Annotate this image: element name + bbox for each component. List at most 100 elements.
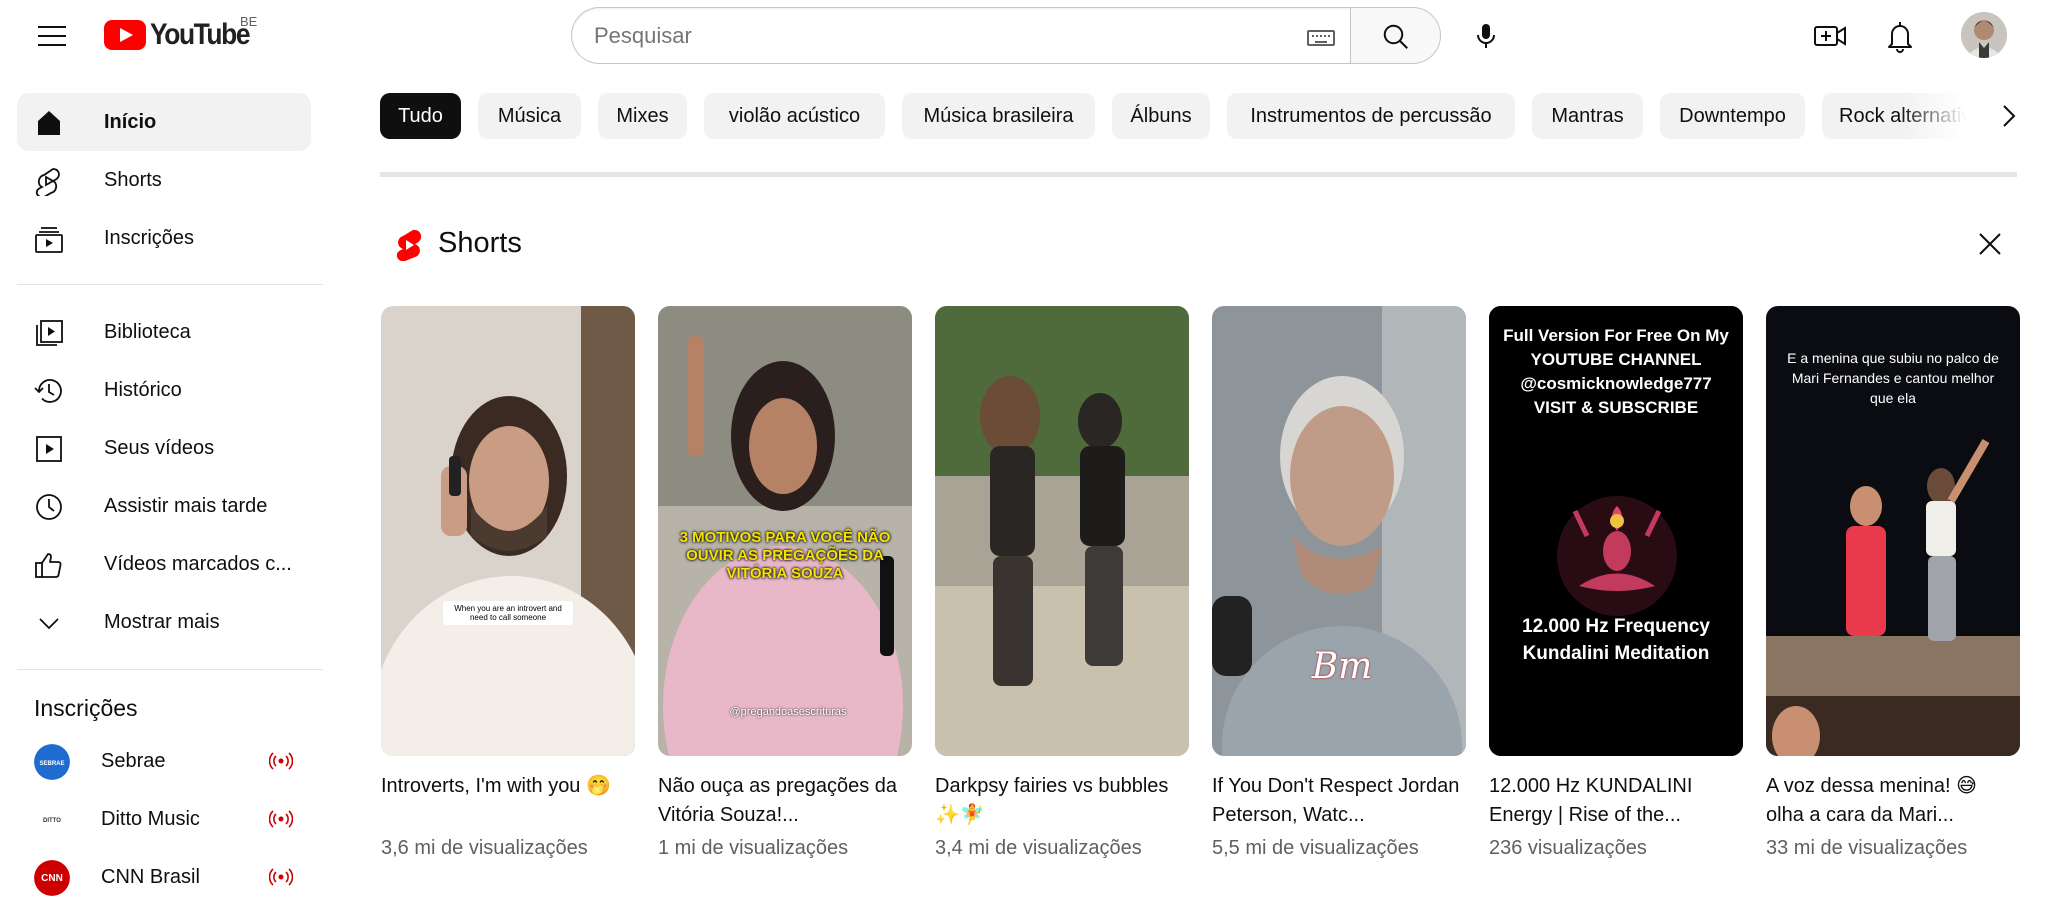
content-divider xyxy=(380,172,2017,177)
chip-percussion[interactable]: Instrumentos de percussão xyxy=(1227,93,1515,139)
sidebar-item-subscriptions[interactable]: Inscrições xyxy=(17,209,311,267)
your-videos-icon xyxy=(36,436,62,462)
subscriptions-icon xyxy=(35,227,63,253)
sidebar-item-watch-later[interactable]: Assistir mais tarde xyxy=(17,477,311,535)
chip-bar-next-button[interactable] xyxy=(1990,96,2030,136)
short-view-count: 3,6 mi de visualizações xyxy=(381,837,588,859)
create-video-button[interactable] xyxy=(1810,16,1850,56)
sidebar-item-label: Shorts xyxy=(104,169,162,191)
sidebar-item-label: Inscrições xyxy=(104,227,195,249)
sidebar-item-label: Mostrar mais xyxy=(104,611,220,633)
youtube-play-icon xyxy=(104,20,146,50)
search-input[interactable] xyxy=(594,20,1274,52)
avatar: DITTO xyxy=(34,802,70,838)
short-thumbnail[interactable]: 3 MOTIVOS PARA VOCÊ NÃO OUVIR AS PREGAÇÕ… xyxy=(658,306,912,756)
sidebar-item-history[interactable]: Histórico xyxy=(17,361,311,419)
short-view-count: 33 mi de visualizações xyxy=(1766,837,1968,859)
sidebar-item-shorts[interactable]: Shorts xyxy=(17,151,311,209)
short-thumbnail-image xyxy=(1212,306,1466,756)
svg-text:DITTO: DITTO xyxy=(43,818,61,824)
svg-text:SEBRAE: SEBRAE xyxy=(39,761,64,767)
subscription-name: CNN Brasil xyxy=(101,866,200,888)
search-icon xyxy=(1383,24,1408,49)
home-icon xyxy=(38,111,60,135)
short-thumbnail-image xyxy=(381,306,635,756)
chip-mixes[interactable]: Mixes xyxy=(598,93,687,139)
sidebar-item-label: Início xyxy=(104,111,157,133)
youtube-logo[interactable]: YouTube BE xyxy=(104,14,263,52)
short-card[interactable]: Darkpsy fairies vs bubbles ✨🧚 3,4 mi de … xyxy=(935,306,1189,859)
short-title[interactable]: 12.000 Hz KUNDALINI Energy | Rise of the… xyxy=(1489,772,1743,830)
short-view-count: 1 mi de visualizações xyxy=(658,837,849,859)
shorts-icon xyxy=(35,168,60,196)
short-handle-text: @pregandoasescrituras xyxy=(729,706,847,718)
masthead: YouTube BE xyxy=(0,0,2048,72)
chip-albums[interactable]: Álbuns xyxy=(1112,93,1210,139)
short-title[interactable]: Darkpsy fairies vs bubbles ✨🧚 xyxy=(935,772,1189,830)
subscription-item-cnn-brasil[interactable]: CNN CNN Brasil xyxy=(17,848,311,900)
menu-icon[interactable] xyxy=(32,20,72,52)
short-thumbnail[interactable]: E a menina que subiu no palco de Mari Fe… xyxy=(1766,306,2020,756)
subscription-name: Ditto Music xyxy=(101,808,200,830)
short-title[interactable]: A voz dessa menina! 😅 olha a cara da Mar… xyxy=(1766,772,2020,830)
sidebar-item-your-videos[interactable]: Seus vídeos xyxy=(17,419,311,477)
chip-acoustic-guitar[interactable]: violão acústico xyxy=(704,93,885,139)
short-overlay-text: Bm xyxy=(1311,646,1373,687)
short-thumbnail[interactable] xyxy=(935,306,1189,756)
history-icon xyxy=(34,379,62,403)
sidebar-item-show-more[interactable]: Mostrar mais xyxy=(17,593,311,651)
search-button[interactable] xyxy=(1350,7,1441,64)
logo-text: YouTube xyxy=(150,18,251,51)
short-card[interactable]: 3 MOTIVOS PARA VOCÊ NÃO OUVIR AS PREGAÇÕ… xyxy=(658,306,912,859)
short-overlay-text: 3 MOTIVOS PARA VOCÊ NÃO OUVIR AS PREGAÇÕ… xyxy=(679,529,891,582)
notifications-button[interactable] xyxy=(1880,16,1920,56)
chip-bar: Tudo Música Mixes violão acústico Música… xyxy=(380,93,2020,141)
live-icon xyxy=(269,752,293,770)
short-thumbnail[interactable]: Bm xyxy=(1212,306,1466,756)
voice-search-button[interactable] xyxy=(1459,9,1513,63)
chip-mantras[interactable]: Mantras xyxy=(1532,93,1643,139)
short-title[interactable]: If You Don't Respect Jordan Peterson, Wa… xyxy=(1212,772,1466,830)
short-card[interactable]: Bm If You Don't Respect Jordan Peterson,… xyxy=(1212,306,1466,859)
short-overlay-text: E a menina que subiu no palco de Mari Fe… xyxy=(1787,350,1999,406)
sidebar-item-label: Assistir mais tarde xyxy=(104,495,268,517)
short-overlay-text: Full Version For Free On My YOUTUBE CHAN… xyxy=(1503,326,1729,417)
chip-downtempo[interactable]: Downtempo xyxy=(1660,93,1805,139)
chip-all[interactable]: Tudo xyxy=(380,93,461,139)
short-card[interactable]: When you are an introvert and need to ca… xyxy=(381,306,635,859)
keyboard-icon[interactable] xyxy=(1307,30,1335,46)
short-card[interactable]: E a menina que subiu no palco de Mari Fe… xyxy=(1766,306,2020,859)
short-title[interactable]: Introverts, I'm with you 🤭 xyxy=(381,772,635,801)
short-card[interactable]: Full Version For Free On My YOUTUBE CHAN… xyxy=(1489,306,1743,859)
microphone-icon xyxy=(1477,24,1495,48)
live-icon xyxy=(269,868,293,886)
search-box xyxy=(571,7,1351,64)
chip-brazilian-music[interactable]: Música brasileira xyxy=(902,93,1095,139)
sidebar-item-label: Biblioteca xyxy=(104,321,191,343)
short-thumbnail-image xyxy=(935,306,1189,756)
sidebar-item-home[interactable]: Início xyxy=(17,93,311,151)
avatar-image xyxy=(1961,12,2007,58)
shelf-close-button[interactable] xyxy=(1975,229,2005,259)
watch-later-icon xyxy=(36,494,62,520)
sidebar-item-label: Histórico xyxy=(104,379,182,401)
sidebar-item-liked-videos[interactable]: Vídeos marcados c... xyxy=(17,535,311,593)
library-icon xyxy=(36,320,63,346)
short-thumbnail[interactable]: When you are an introvert and need to ca… xyxy=(381,306,635,756)
sidebar-divider xyxy=(17,284,323,285)
chip-music[interactable]: Música xyxy=(478,93,581,139)
subscription-item-ditto-music[interactable]: DITTO Ditto Music xyxy=(17,790,311,848)
short-thumbnail[interactable]: Full Version For Free On My YOUTUBE CHAN… xyxy=(1489,306,1743,756)
subscription-item-sebrae[interactable]: SEBRAE Sebrae xyxy=(17,732,311,790)
account-avatar[interactable] xyxy=(1961,12,2007,58)
avatar: CNN xyxy=(34,860,70,896)
chevron-right-icon xyxy=(2003,105,2016,127)
video-camera-plus-icon xyxy=(1814,26,1846,46)
sidebar-item-label: Seus vídeos xyxy=(104,437,215,459)
svg-text:CNN: CNN xyxy=(41,873,63,884)
sidebar: Início Shorts Inscrições Biblioteca Hist… xyxy=(0,72,323,900)
close-icon xyxy=(1979,233,2001,255)
short-title[interactable]: Não ouça as pregações da Vitória Souza!.… xyxy=(658,772,912,830)
sidebar-item-library[interactable]: Biblioteca xyxy=(17,303,311,361)
sidebar-divider xyxy=(17,669,323,670)
